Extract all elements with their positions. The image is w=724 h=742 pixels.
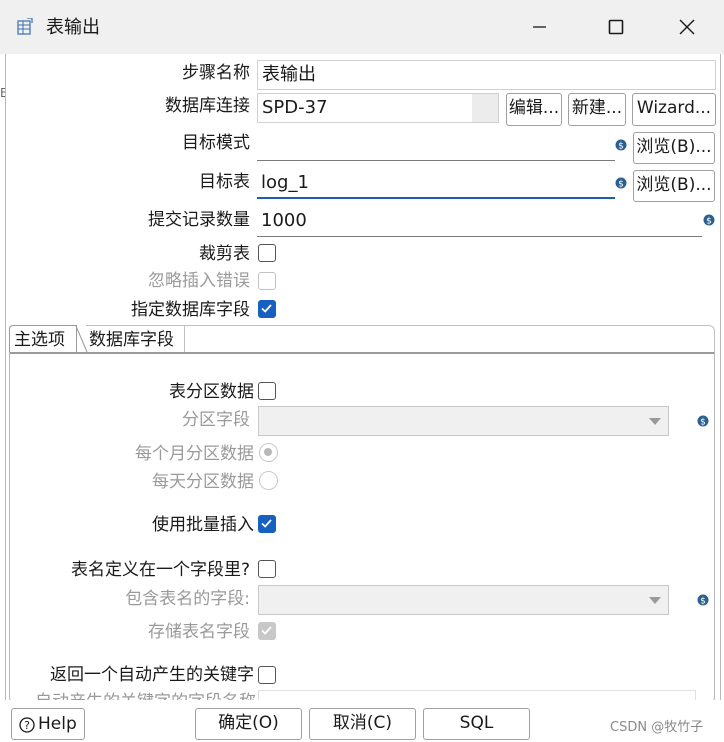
help-button-label: Help [38,714,77,734]
variable-icon: $ [703,214,715,226]
watermark: CSDN @牧竹子 [610,720,704,735]
main-options-panel [9,352,715,702]
help-button[interactable]: ? Help [11,708,85,740]
db-connection-label: 数据库连接 [165,96,250,116]
new-connection-button[interactable]: 新建... [568,93,626,126]
check-icon [261,519,272,528]
target-table-input[interactable]: log_1 [257,169,615,199]
return-key-label: 返回一个自动产生的关键字 [50,665,254,685]
table-name-field-label: 包含表名的字段: [125,589,250,609]
partition-data-checkbox[interactable] [258,382,276,400]
target-schema-label: 目标模式 [182,133,250,153]
window-title: 表输出 [46,17,100,38]
table-output-icon [17,18,33,35]
partition-field-select[interactable] [258,406,669,436]
db-connection-value: SPD-37 [262,97,328,118]
chevron-down-icon [649,597,661,604]
ignore-errors-label: 忽略插入错误 [148,271,250,291]
tab-db-fields-label: 数据库字段 [89,330,174,350]
table-name-in-field-checkbox[interactable] [258,560,276,578]
table-name-field-select[interactable] [258,585,669,615]
check-icon [261,304,272,313]
target-schema-input[interactable] [257,131,615,161]
browse-schema-button[interactable]: 浏览(B)... [633,132,715,164]
partition-monthly-radio[interactable] [259,443,278,462]
variable-icon: $ [615,139,627,151]
cancel-button[interactable]: 取消(C) [309,708,416,740]
svg-text:$: $ [700,597,706,607]
step-name-label: 步骤名称 [182,63,250,83]
minimize-icon[interactable] [524,12,554,42]
partition-field-label: 分区字段 [182,410,250,430]
tab-db-fields[interactable]: 数据库字段 [86,325,185,353]
check-icon [261,626,272,635]
partition-daily-radio[interactable] [259,471,278,490]
svg-text:$: $ [618,180,624,190]
db-connection-select[interactable]: SPD-37 [257,93,499,123]
svg-text:$: $ [700,418,706,428]
partition-daily-label: 每天分区数据 [152,472,254,492]
wizard-button[interactable]: Wizard... [632,93,716,126]
specify-db-fields-label: 指定数据库字段 [131,300,250,320]
ok-button[interactable]: 确定(O) [195,708,302,740]
step-name-input[interactable]: 表输出 [257,60,716,90]
tab-strip-filler [184,325,715,353]
edit-connection-button[interactable]: 编辑... [506,93,562,126]
browse-table-button[interactable]: 浏览(B)... [633,170,715,202]
tab-main-options-label: 主选项 [14,330,65,350]
commit-size-input[interactable]: 1000 [257,207,702,237]
tab-main-options[interactable]: 主选项 [9,325,77,353]
table-name-in-field-label: 表名定义在一个字段里? [70,560,250,580]
maximize-icon[interactable] [601,12,631,42]
store-table-name-label: 存储表名字段 [148,622,250,642]
partition-data-label: 表分区数据 [169,382,254,402]
batch-insert-checkbox[interactable] [258,515,276,533]
generated-key-field-label: 自动产生的关键字的字段名称 [35,690,256,700]
variable-icon: $ [697,594,709,606]
commit-size-label: 提交记录数量 [148,210,250,230]
chevron-down-icon [649,418,661,425]
ignore-errors-checkbox[interactable] [258,272,276,290]
sql-button[interactable]: SQL [423,708,530,740]
help-icon: ? [19,717,35,733]
truncate-table-checkbox[interactable] [258,244,276,262]
truncate-table-label: 裁剪表 [199,244,250,264]
svg-text:$: $ [706,217,712,227]
partition-monthly-label: 每个月分区数据 [135,444,254,464]
title-bar: 表输出 [0,0,724,54]
variable-icon: $ [697,415,709,427]
db-connection-dropdown[interactable] [472,94,498,122]
generated-key-field-input[interactable] [258,690,696,700]
specify-db-fields-checkbox[interactable] [258,300,276,318]
svg-text:$: $ [618,142,624,152]
store-table-name-checkbox[interactable] [258,622,276,640]
svg-text:?: ? [24,719,30,732]
close-icon[interactable] [672,12,702,42]
target-table-label: 目标表 [199,172,250,192]
batch-insert-label: 使用批量插入 [152,515,254,535]
variable-icon: $ [615,177,627,189]
return-key-checkbox[interactable] [258,666,276,684]
